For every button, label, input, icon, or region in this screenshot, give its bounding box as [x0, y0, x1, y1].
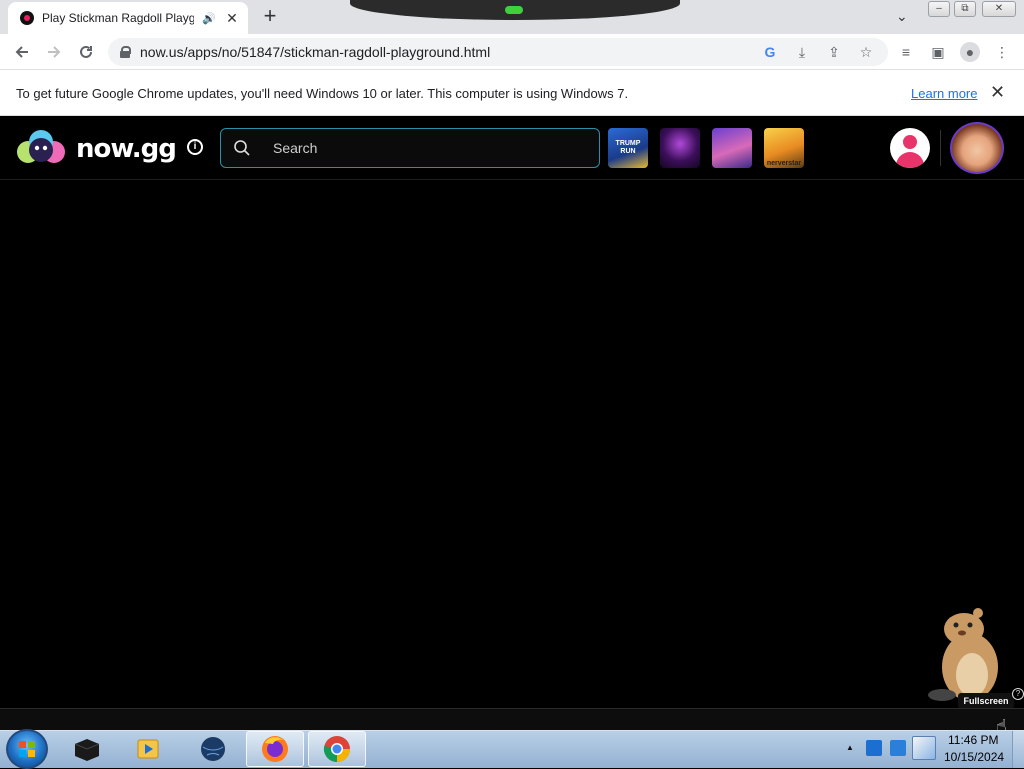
- forward-button[interactable]: [42, 40, 66, 64]
- media-player-icon: [137, 739, 159, 759]
- info-icon[interactable]: i: [187, 139, 203, 155]
- install-app-icon[interactable]: ⤓: [792, 42, 812, 62]
- start-button[interactable]: [6, 729, 48, 769]
- game-thumbnail-2[interactable]: [660, 128, 700, 168]
- game-thumbnail-3[interactable]: [712, 128, 752, 168]
- chrome-update-infobar: To get future Google Chrome updates, you…: [0, 70, 1024, 116]
- window-minimize-button[interactable]: ‒: [928, 1, 950, 17]
- notch-led: [505, 6, 523, 14]
- clock-time[interactable]: 11:46 PM: [948, 733, 998, 747]
- hamster-mascot-image: [928, 608, 998, 701]
- game-thumbnail-4[interactable]: nerverstar: [764, 128, 804, 168]
- firefox-icon: [262, 736, 288, 762]
- tab-search-chevron-icon[interactable]: ⌄: [896, 8, 908, 25]
- audio-playing-icon[interactable]: 🔊: [202, 12, 216, 25]
- search-box[interactable]: [220, 128, 600, 168]
- google-lens-icon[interactable]: G: [760, 42, 780, 62]
- thumbnail-label: TRUMP RUN: [615, 140, 641, 155]
- url-text[interactable]: now.us/apps/no/51847/stickman-ragdoll-pl…: [140, 44, 490, 60]
- search-icon: [234, 140, 250, 156]
- taskbar-app-chrome[interactable]: [308, 731, 366, 767]
- fullscreen-tooltip: Fullscreen: [958, 693, 1014, 709]
- side-panel-icon[interactable]: ▣: [928, 42, 948, 62]
- window-maximize-button[interactable]: ⧉: [954, 1, 976, 17]
- tray-network-icon[interactable]: [890, 740, 906, 756]
- share-icon[interactable]: ⇪: [824, 42, 844, 62]
- clock-date[interactable]: 10/15/2024: [944, 750, 1004, 764]
- show-desktop-button[interactable]: [1012, 731, 1024, 768]
- arrow-right-icon: [48, 46, 61, 58]
- now-gg-favicon-icon: [20, 11, 34, 25]
- show-hidden-icons-arrow-icon[interactable]: ▲: [846, 743, 854, 752]
- game-thumbnail-trump-run[interactable]: TRUMP RUN: [608, 128, 648, 168]
- browser-toolbar: now.us/apps/no/51847/stickman-ragdoll-pl…: [0, 34, 1024, 70]
- header-divider: [940, 130, 941, 166]
- terminal-box-icon: [74, 739, 100, 761]
- taskbar-app-firefox[interactable]: [246, 731, 304, 767]
- infobar-close-icon[interactable]: ✕: [990, 82, 1005, 103]
- infobar-message: To get future Google Chrome updates, you…: [16, 86, 629, 101]
- lock-icon: [120, 46, 131, 58]
- tray-app-icon[interactable]: [912, 736, 936, 760]
- tab-title: Play Stickman Ragdoll Playground: [42, 11, 195, 25]
- profile-icon[interactable]: ●: [960, 42, 980, 62]
- bookmark-star-icon[interactable]: ☆: [856, 42, 876, 62]
- site-header: now.gg i TRUMP RUN nerverstar: [0, 116, 1024, 180]
- user-head-shape: [903, 135, 917, 149]
- globe-icon: [201, 737, 225, 761]
- more-menu-icon[interactable]: ⋮: [992, 42, 1012, 62]
- browser-tab[interactable]: Play Stickman Ragdoll Playground 🔊 ✕: [8, 2, 248, 34]
- game-control-strip: [0, 708, 1024, 730]
- reload-button[interactable]: [74, 40, 98, 64]
- reading-list-icon[interactable]: ≡: [896, 42, 916, 62]
- taskbar-app-media-player[interactable]: [120, 731, 178, 767]
- game-canvas[interactable]: [0, 180, 1024, 708]
- reload-icon: [80, 45, 92, 58]
- tab-close-icon[interactable]: ✕: [224, 10, 240, 27]
- now-gg-logo-icon[interactable]: [16, 128, 66, 166]
- help-icon[interactable]: ?: [1012, 688, 1024, 700]
- back-button[interactable]: [10, 40, 34, 64]
- taskbar-app-terminal[interactable]: [58, 731, 116, 767]
- arrow-left-icon: [15, 46, 28, 58]
- chrome-icon: [323, 736, 351, 763]
- taskbar-app-globe[interactable]: [184, 731, 242, 767]
- user-account-icon[interactable]: [890, 128, 930, 168]
- now-gg-wordmark[interactable]: now.gg: [76, 134, 177, 164]
- learn-more-link[interactable]: Learn more: [911, 86, 977, 101]
- profile-avatar[interactable]: [950, 122, 1004, 174]
- user-body-shape: [896, 152, 924, 168]
- search-input[interactable]: [273, 140, 573, 156]
- windows-logo-icon: [19, 741, 35, 757]
- thumbnail-label: nerverstar: [766, 160, 802, 167]
- window-close-button[interactable]: ✕: [982, 1, 1016, 17]
- tray-bluetooth-icon[interactable]: [866, 740, 882, 756]
- new-tab-button[interactable]: +: [258, 5, 282, 29]
